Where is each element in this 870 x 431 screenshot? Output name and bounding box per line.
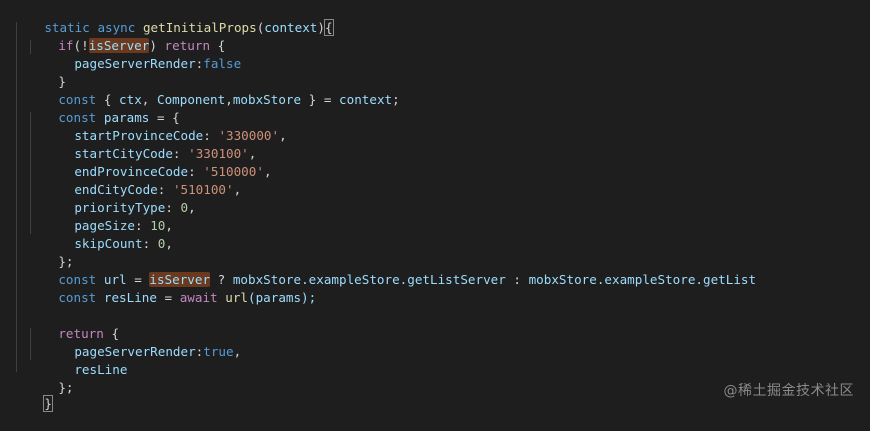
keyword: await bbox=[179, 290, 218, 305]
code-line-20[interactable]: resLine bbox=[44, 343, 127, 377]
punctuation: ; bbox=[392, 92, 400, 107]
punctuation: , bbox=[233, 182, 242, 197]
code-line-7[interactable]: startProvinceCode: '330000', bbox=[44, 109, 286, 143]
code-line-22[interactable]: } bbox=[14, 377, 53, 412]
member-access: .exampleStore.getList bbox=[596, 272, 757, 287]
literal: false bbox=[203, 56, 242, 71]
punctuation: , bbox=[225, 92, 233, 107]
operator: = bbox=[323, 92, 332, 107]
punctuation: ) bbox=[317, 20, 325, 35]
punctuation: : bbox=[142, 236, 151, 251]
code-line-2[interactable]: if(!isServer) return { bbox=[28, 19, 225, 53]
code-editor[interactable]: static async getInitialProps(context){ i… bbox=[0, 0, 870, 414]
identifier: mobxStore bbox=[232, 92, 302, 107]
function-call: url bbox=[225, 290, 248, 305]
operator: : bbox=[513, 272, 521, 287]
indent-guide bbox=[16, 22, 17, 372]
identifier: mobxStore bbox=[528, 272, 597, 287]
code-line-18[interactable]: return { bbox=[28, 307, 119, 341]
code-line-6[interactable]: const params = { bbox=[28, 91, 179, 125]
code-line-14[interactable]: }; bbox=[28, 235, 73, 269]
punctuation: } bbox=[308, 92, 317, 107]
literal: true bbox=[203, 344, 234, 359]
code-line-1[interactable]: static async getInitialProps(context){ bbox=[14, 1, 334, 36]
member-access: .exampleStore.getListServer bbox=[301, 272, 506, 287]
punctuation: , bbox=[233, 344, 242, 359]
code-line-13[interactable]: skipCount: 0, bbox=[44, 217, 173, 251]
matched-bracket: } bbox=[43, 395, 53, 412]
code-line-10[interactable]: endCityCode: '510100', bbox=[44, 163, 241, 197]
code-line-12[interactable]: pageSize: 10, bbox=[44, 199, 173, 233]
punctuation: , bbox=[279, 128, 287, 143]
code-line-3[interactable]: pageServerRender:false bbox=[44, 37, 241, 71]
number-literal: 0 bbox=[180, 200, 189, 215]
code-line-15[interactable]: const url = isServer ? mobxStore.example… bbox=[28, 253, 756, 287]
property: skipCount bbox=[74, 236, 143, 251]
code-line-9[interactable]: endProvinceCode: '510000', bbox=[44, 145, 271, 179]
identifier: context bbox=[339, 92, 393, 107]
code-line-4[interactable]: } bbox=[28, 55, 66, 89]
code-line-8[interactable]: startCityCode: '330100', bbox=[44, 127, 256, 161]
matched-bracket: { bbox=[324, 19, 334, 36]
punctuation: }; bbox=[58, 380, 74, 395]
property: pageServerRender bbox=[74, 56, 196, 71]
parameter: context bbox=[264, 20, 318, 35]
keyword: const bbox=[58, 290, 97, 305]
code-line-16[interactable]: const resLine = await url(params); bbox=[28, 271, 316, 305]
property: resLine bbox=[74, 362, 128, 377]
code-line-11[interactable]: priorityType: 0, bbox=[44, 181, 195, 215]
code-line-5[interactable]: const { ctx, Component,mobxStore } = con… bbox=[28, 73, 399, 107]
operator: = bbox=[164, 290, 173, 305]
code-line-19[interactable]: pageServerRender:true, bbox=[44, 325, 241, 359]
identifier: resLine bbox=[103, 290, 157, 305]
punctuation: , bbox=[165, 236, 173, 251]
arguments: (params); bbox=[247, 290, 317, 305]
punctuation: , bbox=[263, 164, 272, 179]
watermark: @稀土掘金技术社区 bbox=[723, 383, 854, 399]
punctuation: , bbox=[188, 200, 196, 215]
